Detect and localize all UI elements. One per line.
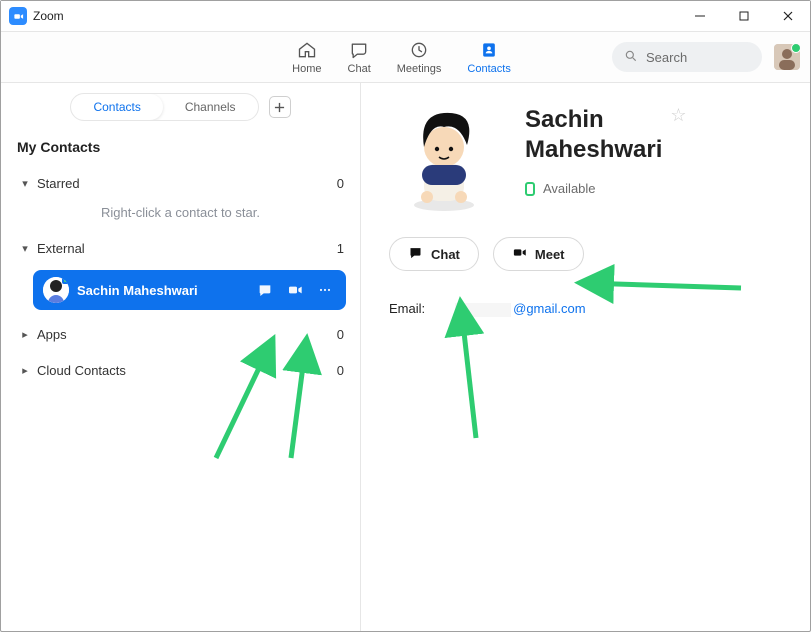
my-contacts-heading: My Contacts: [17, 139, 346, 155]
button-label: Meet: [535, 247, 565, 262]
nav-label: Contacts: [467, 63, 510, 75]
group-cloud-contacts[interactable]: ▸ Cloud Contacts 0: [15, 352, 346, 388]
nav-label: Chat: [348, 63, 371, 75]
group-label: Starred: [37, 176, 337, 191]
sidebar: Contacts Channels My Contacts ▾ Starred …: [1, 83, 361, 631]
field-label: Email:: [389, 301, 425, 317]
profile-avatar[interactable]: [774, 44, 800, 70]
group-count: 0: [337, 176, 344, 191]
nav-contacts[interactable]: Contacts: [467, 39, 510, 75]
contact-name: Sachin Maheshwari: [77, 283, 198, 298]
search-placeholder: Search: [646, 50, 687, 65]
chat-icon: [408, 245, 423, 263]
group-label: Apps: [37, 327, 337, 342]
detail-name-line2: Maheshwari: [525, 135, 662, 165]
starred-hint: Right-click a contact to star.: [15, 205, 346, 220]
maximize-button[interactable]: [722, 1, 766, 31]
contact-row-selected[interactable]: Sachin Maheshwari: [33, 270, 346, 310]
star-button[interactable]: ☆: [670, 105, 686, 126]
nav-home[interactable]: Home: [292, 39, 321, 75]
chat-button[interactable]: Chat: [389, 237, 479, 271]
nav-label: Home: [292, 63, 321, 75]
field-value: @gmail.com: [455, 301, 585, 317]
subtab-channels[interactable]: Channels: [163, 94, 258, 120]
subtab-contacts[interactable]: Contacts: [71, 94, 162, 120]
contact-detail-pane: Sachin Maheshwari ☆ Available Chat Meet: [361, 83, 810, 631]
detail-name-line1: Sachin: [525, 105, 662, 135]
contact-avatar: [43, 277, 69, 303]
group-apps[interactable]: ▸ Apps 0: [15, 316, 346, 352]
minimize-button[interactable]: [678, 1, 722, 31]
meet-button[interactable]: Meet: [493, 237, 584, 271]
presence-icon: [525, 182, 535, 196]
presence-text: Available: [543, 181, 596, 196]
presence-row: Available: [525, 181, 782, 196]
group-label: Cloud Contacts: [37, 363, 337, 378]
chevron-right-icon: ▸: [17, 328, 33, 341]
clock-icon: [408, 39, 430, 61]
top-nav: Home Chat Meetings Contacts Search: [1, 31, 810, 83]
nav-label: Meetings: [397, 63, 442, 75]
redacted-block: [455, 303, 511, 317]
app-logo: [9, 7, 27, 25]
chevron-down-icon: ▾: [17, 177, 33, 190]
row-chat-icon[interactable]: [254, 279, 276, 301]
video-icon: [512, 245, 527, 263]
close-button[interactable]: [766, 1, 810, 31]
group-count: 1: [337, 241, 344, 256]
group-starred[interactable]: ▾ Starred 0: [15, 165, 346, 201]
email-field: Email: @gmail.com: [389, 301, 782, 317]
add-button[interactable]: [269, 96, 291, 118]
sidebar-subtabs: Contacts Channels: [70, 93, 258, 121]
email-suffix: @gmail.com: [513, 301, 585, 316]
group-count: 0: [337, 363, 344, 378]
nav-chat[interactable]: Chat: [348, 39, 371, 75]
group-external[interactable]: ▾ External 1: [15, 230, 346, 266]
row-video-icon[interactable]: [284, 279, 306, 301]
chat-icon: [348, 39, 370, 61]
search-icon: [624, 49, 638, 66]
contacts-icon: [478, 39, 500, 61]
chevron-down-icon: ▾: [17, 242, 33, 255]
search-input[interactable]: Search: [612, 42, 762, 72]
group-count: 0: [337, 327, 344, 342]
window-titlebar: Zoom: [1, 1, 810, 31]
presence-badge: [62, 277, 69, 284]
row-more-icon[interactable]: [314, 279, 336, 301]
home-icon: [296, 39, 318, 61]
nav-meetings[interactable]: Meetings: [397, 39, 442, 75]
button-label: Chat: [431, 247, 460, 262]
group-label: External: [37, 241, 337, 256]
chevron-right-icon: ▸: [17, 364, 33, 377]
detail-avatar: [389, 105, 499, 215]
window-title: Zoom: [33, 9, 64, 23]
